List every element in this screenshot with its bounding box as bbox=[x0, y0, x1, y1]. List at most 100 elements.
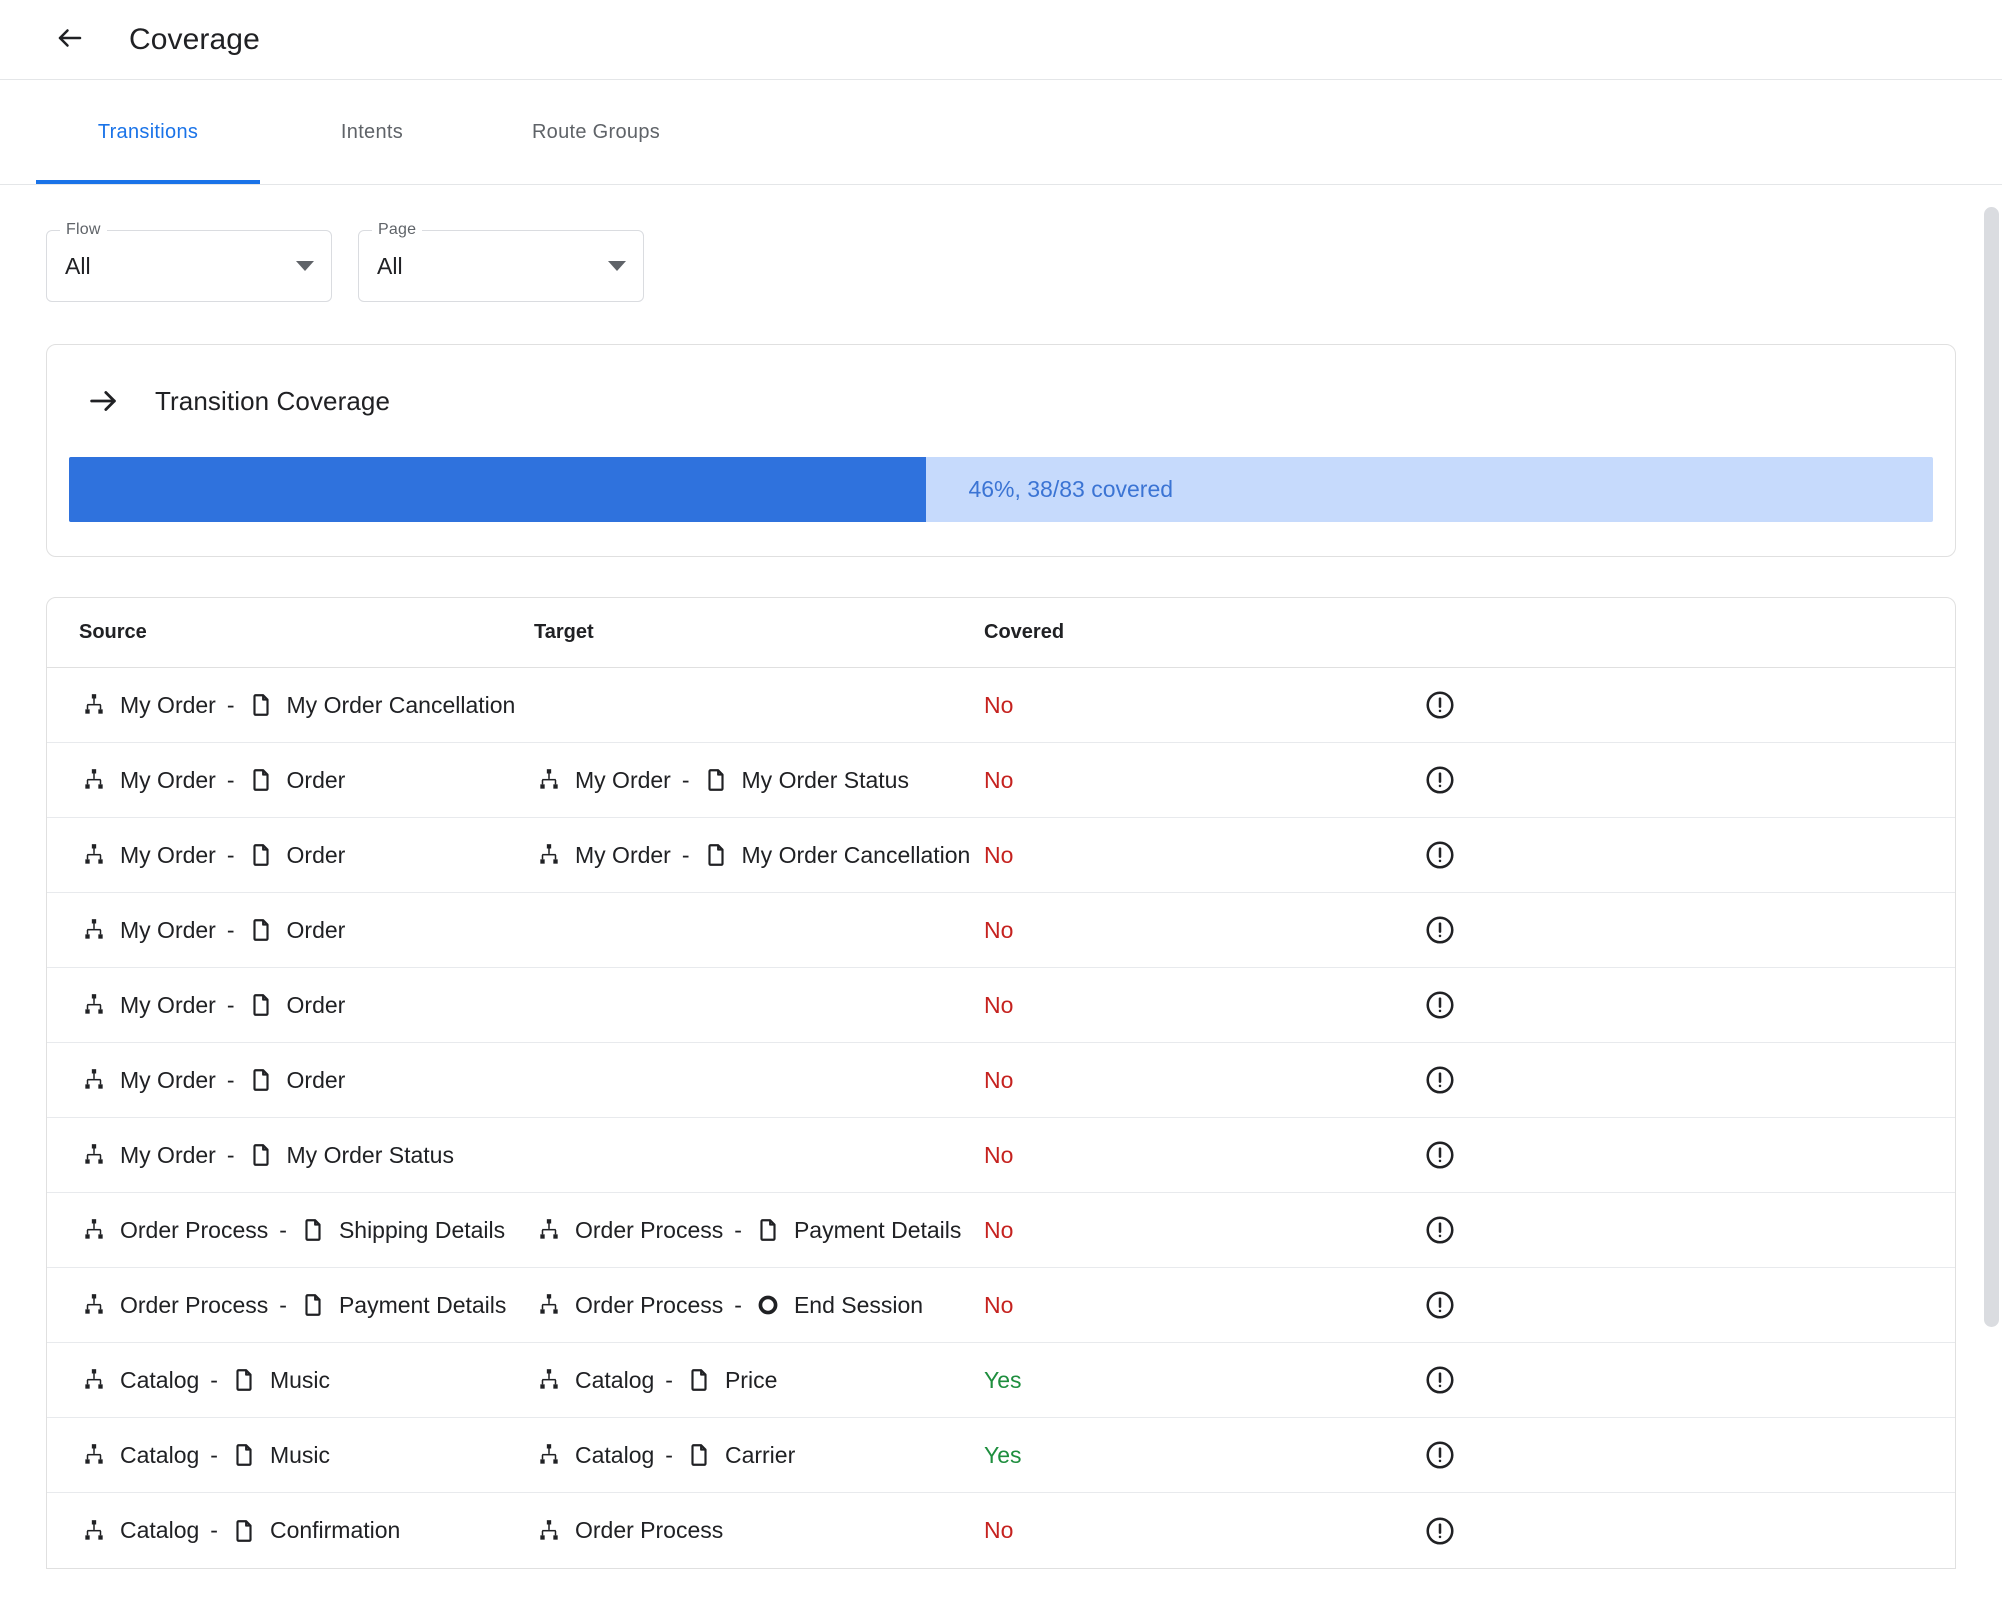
cell-covered: No bbox=[984, 767, 1134, 794]
target-separator: - bbox=[734, 1216, 742, 1243]
cell-covered: Yes bbox=[984, 1442, 1134, 1469]
source-page-name: Confirmation bbox=[269, 1517, 401, 1543]
tab-route-groups-label: Route Groups bbox=[531, 120, 661, 143]
table-row[interactable]: My Order - Order No bbox=[47, 1043, 1955, 1118]
cell-flag bbox=[1134, 1214, 1955, 1246]
target-flow-name: My Order bbox=[575, 766, 671, 793]
back-button[interactable] bbox=[46, 16, 94, 64]
table-row[interactable]: Catalog - Music Catalog - Carrier Yes bbox=[47, 1418, 1955, 1493]
source-reference[interactable]: Catalog - Music bbox=[79, 1365, 330, 1395]
table-row[interactable]: Order Process - Shipping Details Order Proc… bbox=[47, 1193, 1955, 1268]
page-icon bbox=[229, 1365, 259, 1395]
source-reference[interactable]: Order Process - Shipping Details bbox=[79, 1215, 505, 1245]
source-reference[interactable]: My Order - My Order Status bbox=[79, 1140, 454, 1170]
source-reference[interactable]: My Order - Order bbox=[79, 765, 345, 795]
transition-coverage-card: Transition Coverage 46%, 38/83 covered bbox=[46, 344, 1956, 557]
page-title: Coverage bbox=[129, 22, 260, 56]
source-flow-name: My Order bbox=[120, 766, 216, 793]
page-select-label: Page bbox=[372, 221, 423, 239]
source-flow-name: My Order bbox=[120, 1141, 216, 1168]
account-tree-icon bbox=[534, 1215, 564, 1245]
error-outline-icon[interactable] bbox=[1424, 839, 1456, 871]
error-outline-icon[interactable] bbox=[1424, 1289, 1456, 1321]
app-header: Coverage bbox=[0, 0, 2002, 80]
table-row[interactable]: Catalog - Music Catalog - Price Yes bbox=[47, 1343, 1955, 1418]
table-row[interactable]: Catalog - Confirmation Order Process No bbox=[47, 1493, 1955, 1568]
target-reference[interactable]: My Order - My Order Status bbox=[534, 765, 909, 795]
transition-coverage-header: Transition Coverage bbox=[47, 345, 1955, 421]
account-tree-icon bbox=[79, 765, 109, 795]
source-flow-name: My Order bbox=[120, 841, 216, 868]
source-flow-name: Catalog bbox=[120, 1366, 200, 1393]
source-reference[interactable]: My Order - Order bbox=[79, 990, 345, 1020]
source-separator: - bbox=[226, 1141, 235, 1168]
target-reference[interactable]: Order Process - End Session bbox=[534, 1290, 923, 1320]
coverage-progress-fill bbox=[69, 457, 927, 522]
source-reference[interactable]: My Order - My Order Cancellation bbox=[79, 690, 515, 720]
error-outline-icon[interactable] bbox=[1424, 1364, 1456, 1396]
page-select[interactable]: Page All bbox=[358, 221, 644, 302]
table-row[interactable]: Order Process - Payment Details Order Proce… bbox=[47, 1268, 1955, 1343]
source-separator: - bbox=[210, 1517, 218, 1543]
cell-covered: No bbox=[984, 1067, 1134, 1094]
cell-source: My Order - Order bbox=[79, 915, 534, 945]
table-row[interactable]: My Order - Order No bbox=[47, 968, 1955, 1043]
coverage-progress-label: 46%, 38/83 covered bbox=[968, 476, 1174, 502]
target-reference[interactable]: Order Process - Payment Details bbox=[534, 1215, 961, 1245]
target-page-name: My Order Cancellation bbox=[741, 841, 971, 868]
source-reference[interactable]: My Order - Order bbox=[79, 915, 345, 945]
source-reference[interactable]: Order Process - Payment Details bbox=[79, 1290, 506, 1320]
covered-status: No bbox=[984, 1141, 1014, 1168]
covered-status: Yes bbox=[984, 1441, 1022, 1468]
page-icon bbox=[298, 1290, 328, 1320]
account-tree-icon bbox=[534, 765, 564, 795]
error-outline-icon[interactable] bbox=[1424, 1139, 1456, 1171]
account-tree-icon bbox=[534, 1365, 564, 1395]
flow-select-value: All bbox=[65, 252, 91, 279]
source-reference[interactable]: Catalog - Confirmation bbox=[79, 1516, 400, 1546]
error-outline-icon[interactable] bbox=[1424, 689, 1456, 721]
error-outline-icon[interactable] bbox=[1424, 914, 1456, 946]
end-session-icon bbox=[753, 1290, 783, 1320]
column-header-source: Source bbox=[79, 621, 147, 643]
table-row[interactable]: My Order - My Order Status No bbox=[47, 1118, 1955, 1193]
target-separator: - bbox=[665, 1441, 673, 1468]
target-reference[interactable]: Catalog - Price bbox=[534, 1365, 777, 1395]
source-reference[interactable]: Catalog - Music bbox=[79, 1440, 330, 1470]
source-reference[interactable]: My Order - Order bbox=[79, 840, 345, 870]
cell-flag bbox=[1134, 764, 1955, 796]
tab-route-groups[interactable]: Route Groups bbox=[484, 80, 708, 184]
account-tree-icon bbox=[79, 1140, 109, 1170]
source-separator: - bbox=[210, 1441, 218, 1468]
cell-source: My Order - Order bbox=[79, 840, 534, 870]
cell-flag bbox=[1134, 989, 1955, 1021]
page-icon bbox=[753, 1215, 783, 1245]
source-page-name: Order bbox=[286, 841, 346, 868]
error-outline-icon[interactable] bbox=[1424, 1064, 1456, 1096]
error-outline-icon[interactable] bbox=[1424, 1214, 1456, 1246]
error-outline-icon[interactable] bbox=[1424, 1515, 1456, 1547]
error-outline-icon[interactable] bbox=[1424, 764, 1456, 796]
cell-covered: No bbox=[984, 1142, 1134, 1169]
vertical-scrollbar-thumb[interactable] bbox=[1984, 207, 1999, 1327]
flow-select[interactable]: Flow All bbox=[46, 221, 332, 302]
transitions-table: Source Target Covered My Order - My Order … bbox=[46, 597, 1956, 1569]
tab-transitions[interactable]: Transitions bbox=[36, 80, 260, 184]
table-row[interactable]: My Order - Order My Order - My Order Status No bbox=[47, 743, 1955, 818]
target-separator: - bbox=[665, 1366, 673, 1393]
target-reference[interactable]: My Order - My Order Cancellation bbox=[534, 840, 970, 870]
target-reference[interactable]: Order Process bbox=[534, 1516, 723, 1546]
column-header-covered: Covered bbox=[984, 621, 1065, 643]
tab-intents[interactable]: Intents bbox=[260, 80, 484, 184]
error-outline-icon[interactable] bbox=[1424, 1439, 1456, 1471]
cell-target: Order Process bbox=[534, 1516, 984, 1546]
vertical-scrollbar[interactable] bbox=[1982, 185, 2002, 1598]
table-row[interactable]: My Order - Order My Order - My Order Cancella… bbox=[47, 818, 1955, 893]
error-outline-icon[interactable] bbox=[1424, 989, 1456, 1021]
table-row[interactable]: My Order - My Order Cancellation No bbox=[47, 668, 1955, 743]
covered-status: No bbox=[984, 991, 1014, 1018]
source-reference[interactable]: My Order - Order bbox=[79, 1065, 345, 1095]
target-reference[interactable]: Catalog - Carrier bbox=[534, 1440, 795, 1470]
account-tree-icon bbox=[79, 1440, 109, 1470]
table-row[interactable]: My Order - Order No bbox=[47, 893, 1955, 968]
